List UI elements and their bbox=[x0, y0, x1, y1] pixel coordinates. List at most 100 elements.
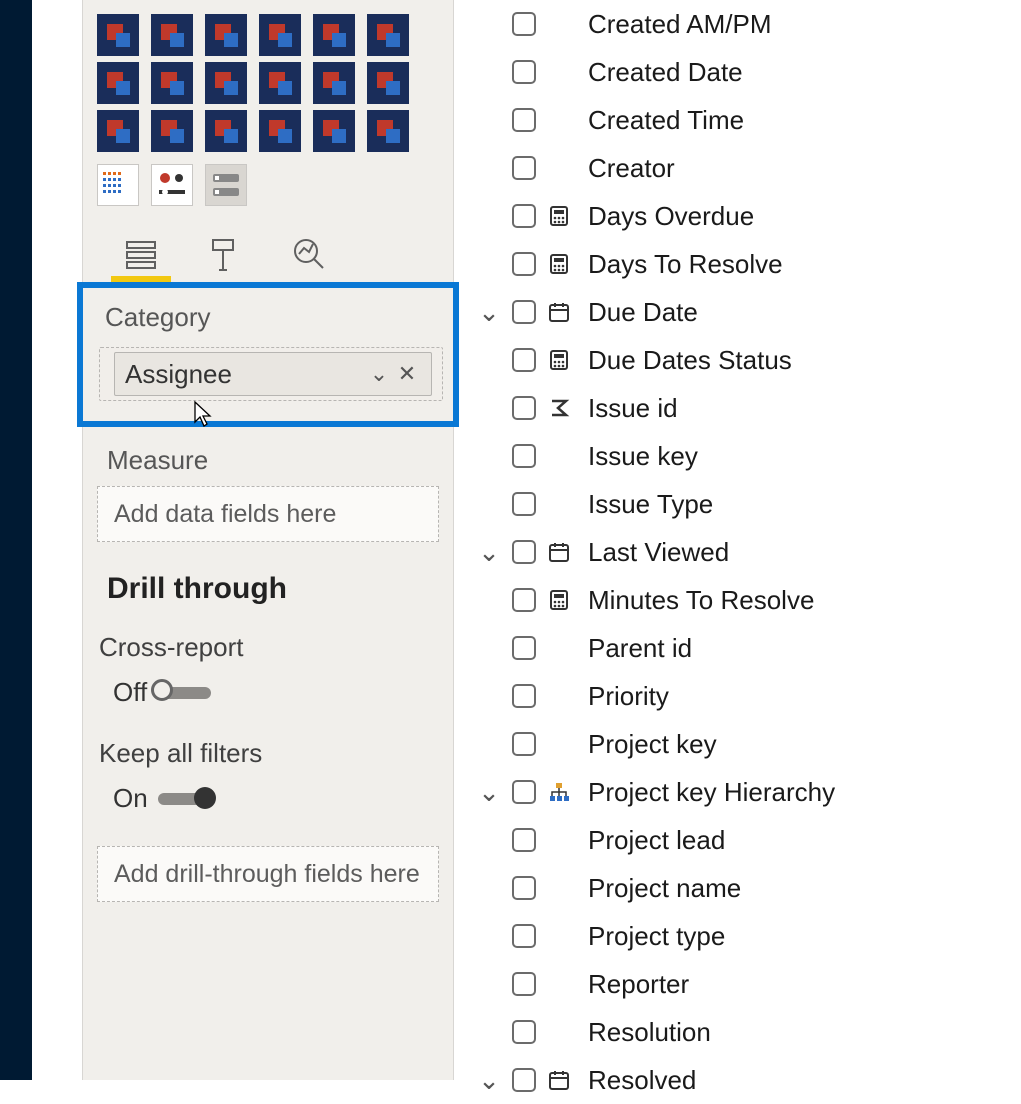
field-name-label: Minutes To Resolve bbox=[588, 585, 814, 616]
field-row[interactable]: Issue Type bbox=[454, 480, 1021, 528]
field-name-label: Project key bbox=[588, 729, 717, 760]
expand-chevron-icon[interactable]: ⌄ bbox=[476, 297, 502, 328]
expand-chevron-icon[interactable]: ⌄ bbox=[476, 1065, 502, 1096]
viz-type-button[interactable] bbox=[151, 110, 193, 152]
field-checkbox[interactable] bbox=[512, 204, 536, 228]
drill-through-well[interactable]: Add drill-through fields here bbox=[97, 846, 439, 902]
field-row[interactable]: Project name bbox=[454, 864, 1021, 912]
format-tab-button[interactable] bbox=[203, 232, 247, 276]
viz-type-button[interactable] bbox=[367, 62, 409, 104]
fields-pane: Created AM/PMCreated Date Created Time Cre… bbox=[454, 0, 1021, 1080]
field-checkbox[interactable] bbox=[512, 300, 536, 324]
drill-through-heading: Drill through bbox=[107, 572, 453, 606]
viz-type-button[interactable] bbox=[205, 164, 247, 206]
field-checkbox[interactable] bbox=[512, 252, 536, 276]
field-checkbox[interactable] bbox=[512, 1068, 536, 1092]
field-checkbox[interactable] bbox=[512, 972, 536, 996]
viz-type-button[interactable] bbox=[97, 62, 139, 104]
field-name-label: Created Time bbox=[588, 105, 744, 136]
field-row[interactable]: Parent id bbox=[454, 624, 1021, 672]
field-row[interactable]: Project lead bbox=[454, 816, 1021, 864]
field-checkbox[interactable] bbox=[512, 780, 536, 804]
cross-report-state: Off bbox=[113, 677, 147, 708]
field-row[interactable]: Minutes To Resolve bbox=[454, 576, 1021, 624]
viz-type-button[interactable] bbox=[205, 62, 247, 104]
viz-type-button[interactable] bbox=[313, 14, 355, 56]
viz-type-button[interactable] bbox=[367, 14, 409, 56]
field-row[interactable]: ⌄ Project key Hierarchy bbox=[454, 768, 1021, 816]
field-checkbox[interactable] bbox=[512, 1020, 536, 1044]
field-row[interactable]: Creator bbox=[454, 144, 1021, 192]
field-checkbox[interactable] bbox=[512, 396, 536, 420]
expand-chevron-icon[interactable]: ⌄ bbox=[476, 777, 502, 808]
viz-type-button[interactable] bbox=[205, 14, 247, 56]
viz-type-button[interactable] bbox=[151, 164, 193, 206]
field-checkbox[interactable] bbox=[512, 492, 536, 516]
field-row[interactable]: Issue id bbox=[454, 384, 1021, 432]
field-checkbox[interactable] bbox=[512, 684, 536, 708]
field-row[interactable]: Priority bbox=[454, 672, 1021, 720]
field-checkbox[interactable] bbox=[512, 924, 536, 948]
field-row[interactable]: Reporter bbox=[454, 960, 1021, 1008]
field-name-label: Due Date bbox=[588, 297, 698, 328]
field-name-label: Parent id bbox=[588, 633, 692, 664]
field-checkbox[interactable] bbox=[512, 60, 536, 84]
field-name-label: Project key Hierarchy bbox=[588, 777, 835, 808]
field-row[interactable]: Due Dates Status bbox=[454, 336, 1021, 384]
viz-type-button[interactable] bbox=[313, 110, 355, 152]
viz-type-button[interactable] bbox=[367, 110, 409, 152]
field-checkbox[interactable] bbox=[512, 636, 536, 660]
field-row[interactable]: Days Overdue bbox=[454, 192, 1021, 240]
field-checkbox[interactable] bbox=[512, 444, 536, 468]
field-checkbox[interactable] bbox=[512, 540, 536, 564]
hier-icon bbox=[546, 779, 572, 805]
field-row[interactable]: ⌄ Due Date bbox=[454, 288, 1021, 336]
measure-field-well[interactable]: Add data fields here bbox=[97, 486, 439, 542]
visualizations-pane: Category Assignee ⌄ ✕ Measure Add data f… bbox=[82, 0, 454, 1080]
field-row[interactable]: Days To Resolve bbox=[454, 240, 1021, 288]
viz-type-button[interactable] bbox=[259, 110, 301, 152]
field-row[interactable]: Created Date bbox=[454, 48, 1021, 96]
field-row[interactable]: ⌄ Resolved bbox=[454, 1056, 1021, 1104]
chevron-down-icon[interactable]: ⌄ bbox=[365, 361, 393, 387]
field-row[interactable]: Project key bbox=[454, 720, 1021, 768]
viz-type-button[interactable] bbox=[151, 62, 193, 104]
field-checkbox[interactable] bbox=[512, 828, 536, 852]
field-checkbox[interactable] bbox=[512, 732, 536, 756]
sigma-icon bbox=[546, 395, 572, 421]
field-row[interactable]: Project type bbox=[454, 912, 1021, 960]
field-checkbox[interactable] bbox=[512, 588, 536, 612]
field-name-label: Creator bbox=[588, 153, 675, 184]
analytics-tab-button[interactable] bbox=[287, 232, 331, 276]
expand-chevron-icon[interactable]: ⌄ bbox=[476, 537, 502, 568]
calc-icon bbox=[546, 251, 572, 277]
viz-type-button[interactable] bbox=[313, 62, 355, 104]
field-row[interactable]: Issue key bbox=[454, 432, 1021, 480]
category-field-well[interactable]: Assignee ⌄ ✕ bbox=[99, 347, 443, 401]
keep-all-filters-toggle[interactable]: On bbox=[113, 783, 453, 814]
canvas-gap bbox=[32, 0, 82, 1080]
field-row[interactable]: Created AM/PM bbox=[454, 0, 1021, 48]
field-name-label: Resolved bbox=[588, 1065, 696, 1096]
field-checkbox[interactable] bbox=[512, 156, 536, 180]
field-checkbox[interactable] bbox=[512, 108, 536, 132]
field-row[interactable]: Created Time bbox=[454, 96, 1021, 144]
viz-type-button[interactable] bbox=[97, 164, 139, 206]
viz-type-button[interactable] bbox=[97, 14, 139, 56]
viz-type-button[interactable] bbox=[205, 110, 247, 152]
remove-field-icon[interactable]: ✕ bbox=[393, 361, 421, 387]
field-checkbox[interactable] bbox=[512, 12, 536, 36]
viz-type-button[interactable] bbox=[259, 14, 301, 56]
viz-type-button[interactable] bbox=[97, 110, 139, 152]
viz-type-button[interactable] bbox=[151, 14, 193, 56]
fields-tab-button[interactable] bbox=[119, 232, 163, 276]
cross-report-toggle[interactable]: Off bbox=[113, 677, 453, 708]
date-icon bbox=[546, 539, 572, 565]
viz-type-button[interactable] bbox=[259, 62, 301, 104]
field-row[interactable]: Resolution bbox=[454, 1008, 1021, 1056]
field-row[interactable]: ⌄Last Viewed bbox=[454, 528, 1021, 576]
viz-type-grid bbox=[83, 10, 453, 158]
field-checkbox[interactable] bbox=[512, 876, 536, 900]
mouse-cursor-icon bbox=[193, 400, 213, 428]
field-checkbox[interactable] bbox=[512, 348, 536, 372]
